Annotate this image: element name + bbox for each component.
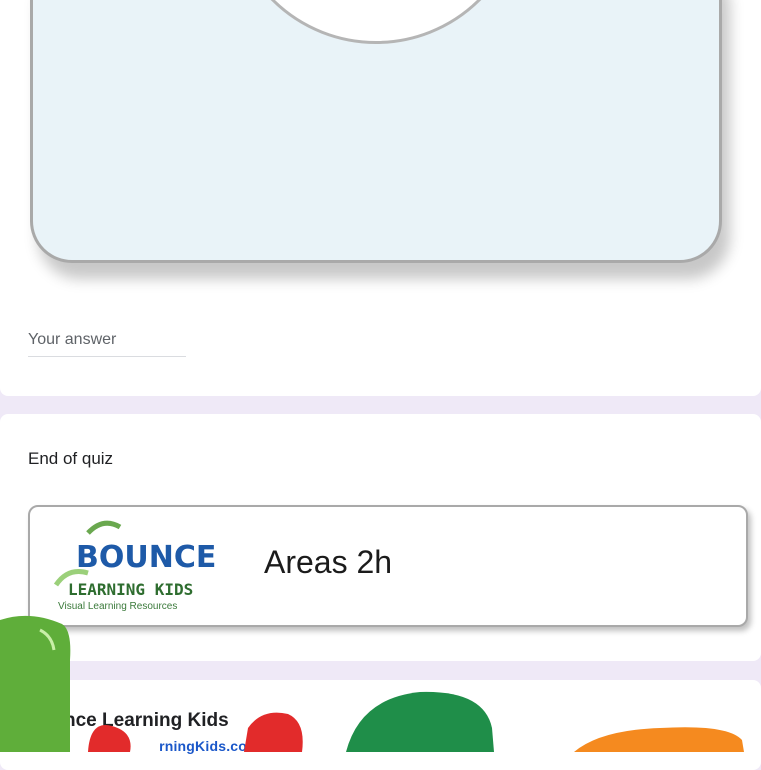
question-card: Your answer — [0, 0, 761, 396]
dark-green-bean-icon — [346, 691, 494, 752]
question-image — [30, 0, 722, 263]
banner-title: Areas 2h — [264, 544, 393, 580]
circle-shape — [228, 0, 524, 44]
logo-brand-top: BOUNCE — [76, 540, 216, 575]
jelly-beans-decoration — [0, 615, 744, 752]
green-bean-icon — [0, 615, 71, 752]
section-title: End of quiz — [28, 449, 114, 468]
answer-input[interactable]: Your answer — [28, 330, 186, 357]
red-bean-icon-2 — [244, 712, 303, 752]
logo-brand-bottom: LEARNING KIDS — [68, 580, 193, 599]
red-bean-icon — [88, 725, 131, 752]
orange-bean-icon — [574, 727, 744, 752]
